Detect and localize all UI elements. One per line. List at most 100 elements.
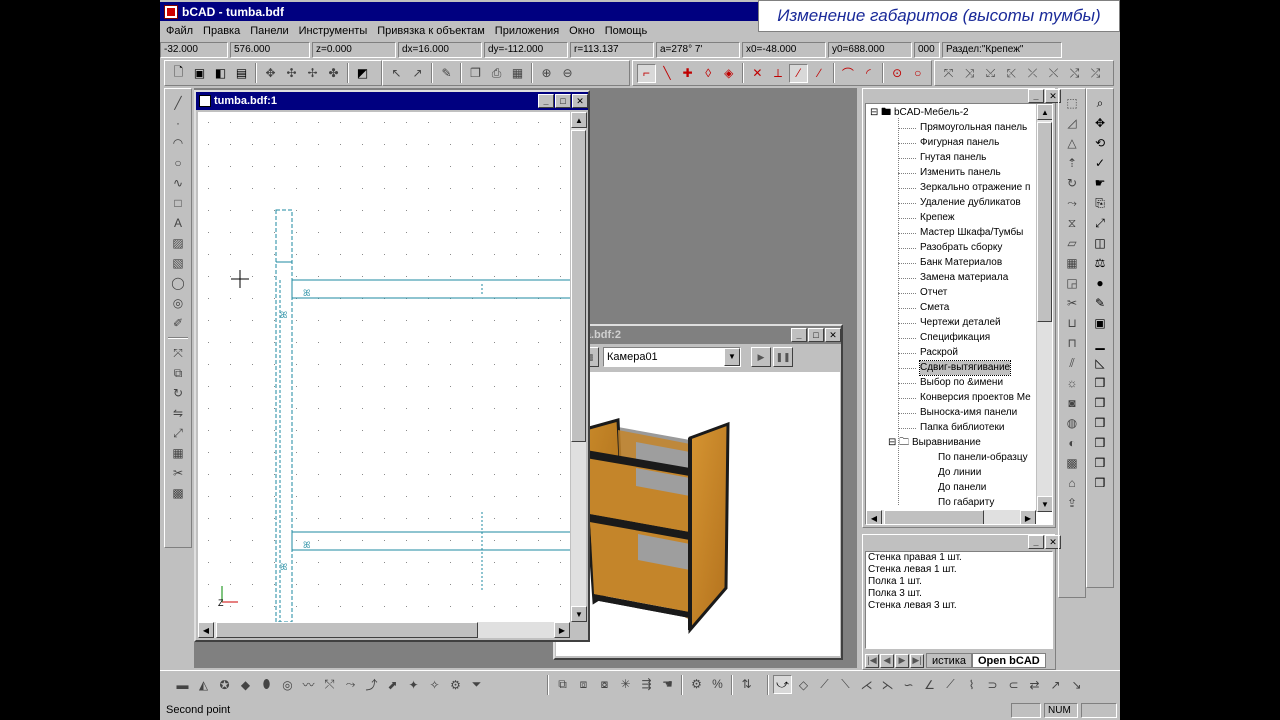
node-trim-icon[interactable]: ↘	[1067, 675, 1086, 694]
view-plane-icon[interactable]: ◺	[1090, 353, 1110, 373]
tree-root[interactable]: ⊟ 🖿 bCAD-Мебель-2	[870, 106, 969, 120]
tool-wave-icon[interactable]: 〰	[299, 675, 318, 694]
copy-object-icon[interactable]: ⧉	[168, 363, 188, 383]
minimize-button[interactable]: _	[791, 328, 807, 342]
tree-folder[interactable]: ⊟ 🗀 Выравнивание	[888, 436, 981, 450]
tree-subitem[interactable]: По панели-образцу	[938, 451, 1028, 465]
tool-target-icon[interactable]: ◎	[278, 675, 297, 694]
scroll-thumb[interactable]	[571, 130, 586, 442]
3d-light-icon[interactable]: ☼	[1062, 373, 1082, 393]
view-scale-icon[interactable]: ⚖	[1090, 253, 1110, 273]
menu-tools[interactable]: Инструменты	[299, 25, 368, 37]
node-remove-icon[interactable]: ⟍	[836, 675, 855, 694]
donut-icon[interactable]: ◎	[168, 293, 188, 313]
3d-mesh-icon[interactable]: ▦	[1062, 253, 1082, 273]
tool-fill-icon[interactable]: ◭	[194, 675, 213, 694]
hatch-icon[interactable]: ▨	[168, 233, 188, 253]
3d-scene-icon[interactable]: ⌂	[1062, 473, 1082, 493]
new-file-icon[interactable]: 🗋	[169, 64, 188, 83]
snap-arc-icon[interactable]: ⌒	[839, 64, 858, 83]
snap-tangent-icon[interactable]: ⁄	[789, 63, 808, 83]
move-icon[interactable]: ⤧	[168, 343, 188, 363]
list-item[interactable]: Полка 3 шт.	[866, 588, 1052, 600]
spline-icon[interactable]: ∿	[168, 173, 188, 193]
tool-spark-icon[interactable]: ✦	[404, 675, 423, 694]
tool-drop-icon[interactable]: ⬮	[257, 675, 276, 694]
save-file-icon[interactable]: ◧	[211, 64, 230, 83]
camera-select[interactable]: Камера01 ▼	[603, 347, 741, 367]
tree-item[interactable]: Сдвиг-вытягивание	[918, 360, 1012, 376]
tree-item[interactable]: Зеркально отражение п	[920, 181, 1030, 195]
open-file-icon[interactable]: ▣	[190, 64, 209, 83]
node-corner-icon[interactable]: ∠	[920, 675, 939, 694]
menu-help[interactable]: Помощь	[605, 25, 648, 37]
tree-item[interactable]: Разобрать сборку	[920, 241, 1002, 255]
window-3d-titlebar[interactable]: tumba.bdf:2 _ □ ✕	[555, 326, 841, 344]
view-region-icon[interactable]: ◫	[1090, 233, 1110, 253]
maximize-button[interactable]: □	[808, 328, 824, 342]
tool-erase-icon[interactable]: ▬	[173, 675, 192, 694]
tool-wheel-icon[interactable]: ✪	[215, 675, 234, 694]
node-extend-icon[interactable]: ↗	[1046, 675, 1065, 694]
tree-subitem[interactable]: По габариту	[938, 496, 994, 510]
3d-material-icon[interactable]: ◍	[1062, 413, 1082, 433]
tree-item[interactable]: Спецификация	[920, 331, 990, 345]
copy-icon[interactable]: ❐	[466, 64, 485, 83]
dim-diameter-icon[interactable]: ⤫	[1023, 64, 1042, 83]
3d-cone-icon[interactable]: △	[1062, 133, 1082, 153]
3d-revolve-icon[interactable]: ↻	[1062, 173, 1082, 193]
obj-percent-icon[interactable]: %	[708, 675, 727, 694]
dim-angular-icon[interactable]: ⤩	[981, 64, 1000, 83]
rectangle-icon[interactable]: □	[168, 193, 188, 213]
3d-wedge-icon[interactable]: ◿	[1062, 113, 1082, 133]
scroll-thumb[interactable]	[884, 510, 984, 524]
menu-file[interactable]: Файл	[166, 25, 193, 37]
snap-center-icon[interactable]: ✤	[324, 64, 343, 83]
dim-linear-icon[interactable]: ⤧	[939, 64, 958, 83]
tool-stretch-icon[interactable]: ⤴	[362, 675, 381, 694]
pointer-icon[interactable]: ↖	[387, 64, 406, 83]
3d-box-icon[interactable]: ⬚	[1062, 93, 1082, 113]
view-zoom-icon[interactable]: ⌕	[1090, 93, 1110, 113]
view-hand-icon[interactable]: ☛	[1090, 173, 1110, 193]
3d-camera-icon[interactable]: ◙	[1062, 393, 1082, 413]
snap-grid-icon[interactable]: ✣	[282, 64, 301, 83]
snap-perpendicular-icon[interactable]: ⟂	[769, 64, 788, 83]
tree-item[interactable]: Раскрой	[920, 346, 958, 360]
3d-slice-icon[interactable]: ⫽	[1062, 353, 1082, 373]
scroll-down-icon[interactable]: ▼	[1037, 496, 1052, 512]
tree-horizontal-scrollbar[interactable]: ◀ ▶	[866, 510, 1036, 524]
tree-vertical-scrollbar[interactable]: ▲ ▼	[1036, 104, 1052, 512]
pointer-alt-icon[interactable]: ↗	[408, 64, 427, 83]
dim-text-icon[interactable]: ⤭	[1065, 64, 1084, 83]
snap-circle-center-icon[interactable]: ⊙	[888, 64, 907, 83]
tab-prev-icon[interactable]: ◀	[880, 653, 894, 668]
scroll-right-icon[interactable]: ▶	[1020, 510, 1036, 524]
tool-gear-icon[interactable]: ⚙	[446, 675, 465, 694]
tool-star-icon[interactable]: ✧	[425, 675, 444, 694]
dim-edit-icon[interactable]: ⤮	[1086, 64, 1105, 83]
obj-settings-icon[interactable]: ⚙	[687, 675, 706, 694]
3d-subtract-icon[interactable]: ⊓	[1062, 333, 1082, 353]
scroll-left-icon[interactable]: ◀	[866, 510, 882, 524]
zoom-icon[interactable]: ⊕	[537, 64, 556, 83]
tool-funnel-icon[interactable]: ⏷	[467, 675, 486, 694]
tree-item[interactable]: Выбор по &имени	[920, 376, 1003, 390]
tab-last-icon[interactable]: ▶|	[910, 653, 924, 668]
node-reverse-icon[interactable]: ⇄	[1025, 675, 1044, 694]
snap-diamond-icon[interactable]: ◈	[719, 64, 738, 83]
obj-hand-icon[interactable]: ☚	[658, 675, 677, 694]
tree-item[interactable]: Банк Материалов	[920, 256, 1002, 270]
view-top-icon[interactable]: ❒	[1090, 413, 1110, 433]
properties-icon[interactable]: ▤	[232, 64, 251, 83]
tab-statistics[interactable]: истика	[926, 653, 972, 668]
scroll-thumb[interactable]	[1037, 122, 1052, 322]
3d-export-icon[interactable]: ⇪	[1062, 493, 1082, 513]
tab-first-icon[interactable]: |◀	[865, 653, 879, 668]
view-right-icon[interactable]: ❒	[1090, 453, 1110, 473]
minimize-button[interactable]: _	[538, 94, 554, 108]
tab-open-bcad[interactable]: Open bCAD	[972, 653, 1046, 668]
tree-item[interactable]: Крепеж	[920, 211, 955, 225]
dim-radius-icon[interactable]: ⤪	[1002, 64, 1021, 83]
menu-edit[interactable]: Правка	[203, 25, 240, 37]
